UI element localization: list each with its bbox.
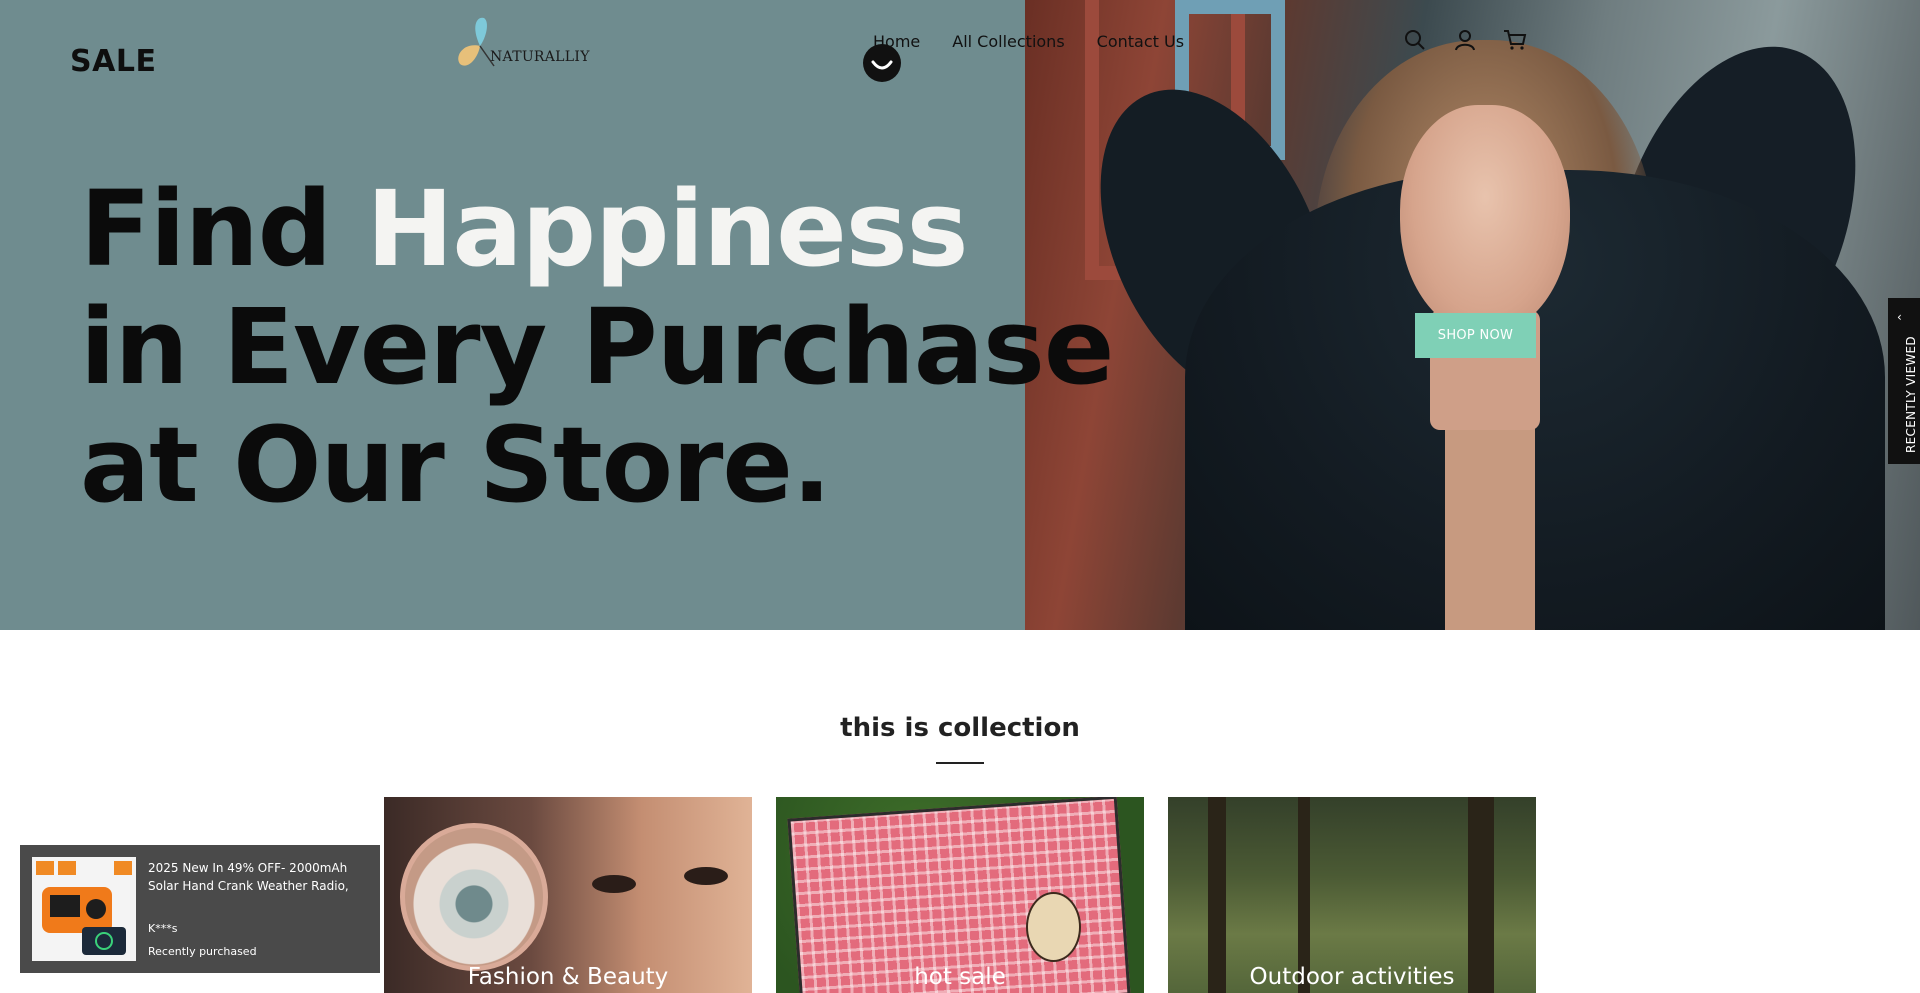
collection-card-title: Fashion & Beauty: [467, 964, 669, 990]
toast-product-name: 2025 New In 49% OFF- 2000mAh Solar Hand …: [148, 861, 349, 893]
card-image-eye-closeup: [400, 823, 548, 971]
photo-face: [1400, 105, 1570, 335]
account-icon[interactable]: [1453, 28, 1477, 52]
smiley-icon[interactable]: [863, 44, 901, 82]
recently-viewed-tab[interactable]: ‹ RECENTLY VIEWED: [1888, 298, 1920, 464]
collection-title: this is collection: [840, 713, 1080, 743]
hero-heading-find: Find: [80, 168, 367, 290]
card-image-eye: [684, 867, 728, 885]
collection-card-title: hot sale: [914, 964, 1006, 990]
collection-card-fashion-beauty[interactable]: Fashion & Beauty: [384, 797, 752, 993]
brand-logo[interactable]: NATURALLIY: [450, 16, 589, 72]
brand-name: NATURALLIY: [490, 49, 590, 65]
nav-contact-us[interactable]: Contact Us: [1097, 32, 1184, 51]
hero-heading: Find Happiness in Every Purchase at Our …: [80, 170, 1114, 526]
cart-icon[interactable]: [1503, 28, 1527, 52]
hero-heading-line-1: Find Happiness: [80, 170, 1113, 288]
collection-cards: Fashion & Beauty hot sale Outdoor activi…: [384, 797, 1536, 993]
collection-card-outdoor-activities[interactable]: Outdoor activities: [1168, 797, 1536, 993]
shop-now-button[interactable]: SHOP NOW: [1415, 313, 1536, 358]
toast-status: Recently purchased: [148, 945, 257, 958]
nav-all-collections[interactable]: All Collections: [952, 32, 1064, 51]
toast-buyer: K***s: [148, 922, 178, 935]
hero-heading-line-3: at Our Store.: [80, 404, 831, 526]
card-image-guitar: [1026, 892, 1081, 962]
search-icon[interactable]: [1403, 28, 1427, 52]
main-nav: Home All Collections Contact Us: [873, 32, 1184, 51]
page: SALE NATURALLIY Home All Collections Con…: [0, 0, 1920, 993]
recent-purchase-toast[interactable]: 2025 New In 49% OFF- 2000mAh Solar Hand …: [20, 845, 380, 973]
hero-banner: SALE NATURALLIY Home All Collections Con…: [0, 0, 1920, 630]
sale-logo[interactable]: SALE: [70, 44, 156, 79]
chevron-left-icon: ‹: [1897, 310, 1902, 324]
hero-heading-line-2: in Every Purchase: [80, 286, 1114, 408]
collection-card-hot-sale[interactable]: hot sale: [776, 797, 1144, 993]
card-image-eye: [592, 875, 636, 893]
toast-product-image: [32, 857, 136, 961]
collection-title-divider: [936, 762, 984, 764]
header-icons: [1403, 28, 1527, 52]
recently-viewed-label: RECENTLY VIEWED: [1904, 336, 1918, 453]
collection-card-title: Outdoor activities: [1249, 964, 1455, 990]
hero-heading-happiness: Happiness: [366, 168, 968, 290]
